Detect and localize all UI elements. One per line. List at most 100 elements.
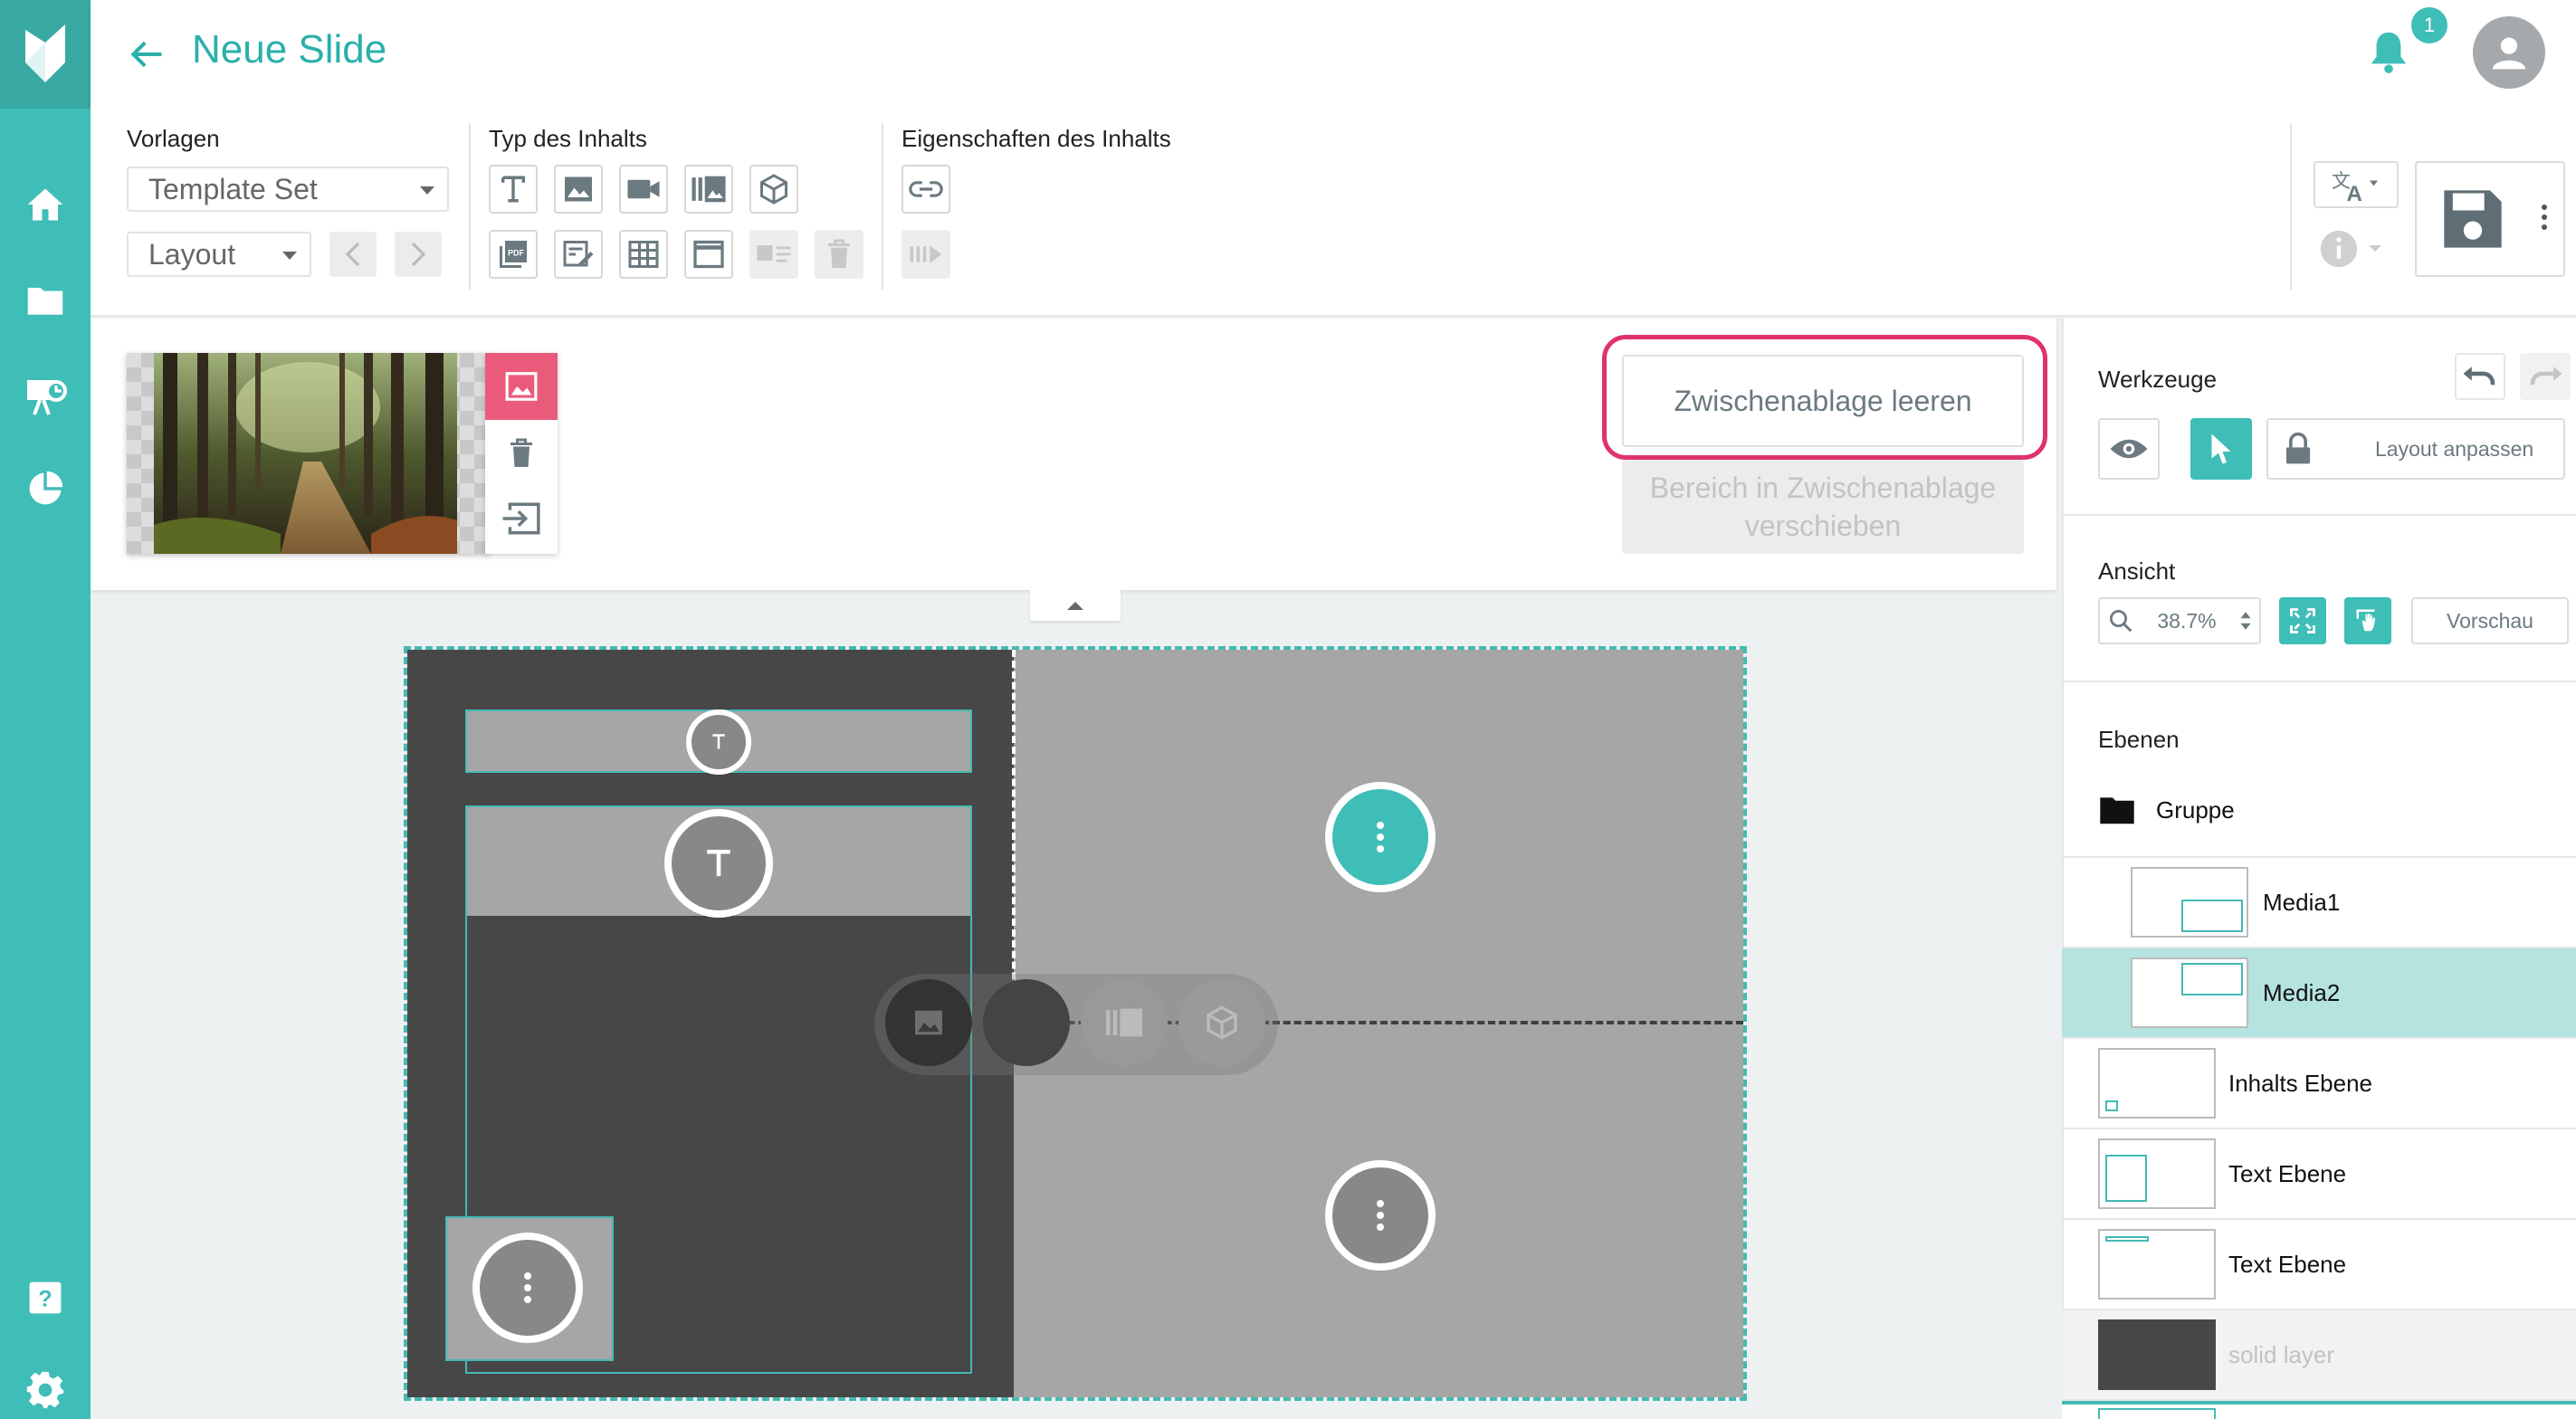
3d-cube-icon	[1207, 1005, 1237, 1040]
inhalts-layer-menu-button[interactable]	[472, 1233, 583, 1343]
pdf-type-button[interactable]: PDF	[489, 230, 538, 279]
help-icon[interactable]: ?	[18, 1271, 72, 1325]
layout-adjust-button[interactable]: Layout anpassen	[2266, 418, 2565, 480]
layer-row-solid[interactable]: solid layer	[2062, 1310, 2576, 1401]
toolbar-divider	[469, 123, 471, 290]
table-type-button[interactable]	[619, 230, 668, 279]
video-icon	[627, 179, 660, 199]
layer-row-text-1[interactable]: Text Ebene	[2062, 1129, 2576, 1220]
collapse-panel-toggle[interactable]	[1030, 590, 1121, 621]
undo-button[interactable]	[2455, 353, 2505, 400]
text-layer-button-small[interactable]	[686, 710, 751, 775]
layer-thumbnail	[2098, 1229, 2216, 1300]
select-tool-button[interactable]	[2190, 418, 2252, 480]
form-edit-icon	[563, 241, 594, 267]
text-icon	[501, 176, 526, 203]
home-icon[interactable]	[18, 177, 72, 232]
gallery-type-button[interactable]	[684, 165, 733, 214]
picker-3d-button[interactable]	[1178, 979, 1265, 1066]
card-icon	[757, 245, 791, 262]
link-property-button[interactable]	[902, 165, 950, 214]
more-vertical-icon	[1377, 822, 1384, 852]
redo-button[interactable]	[2520, 353, 2571, 400]
stepper-icon[interactable]	[2239, 609, 2252, 633]
image-type-button[interactable]	[554, 165, 603, 214]
notification-count-badge: 1	[2411, 7, 2447, 43]
translate-dropdown[interactable]: 文A	[2314, 161, 2399, 208]
3d-type-button[interactable]	[749, 165, 798, 214]
gallery-icon	[692, 176, 726, 203]
window-type-button[interactable]	[684, 230, 733, 279]
card-type-button[interactable]	[749, 230, 798, 279]
page-title: Neue Slide	[192, 27, 387, 71]
highlight-frame	[1602, 335, 2047, 460]
svg-text:?: ?	[38, 1287, 52, 1312]
visibility-toggle[interactable]	[2098, 418, 2160, 480]
media1-menu-button[interactable]	[1325, 782, 1436, 892]
tools-title: Werkzeuge	[2098, 366, 2218, 393]
text-layer-button-large[interactable]	[664, 809, 773, 918]
video-type-button[interactable]	[619, 165, 668, 214]
layer-thumbnail	[2098, 1319, 2216, 1390]
picker-image-button[interactable]	[885, 979, 972, 1066]
layer-group-row[interactable]: Gruppe	[2098, 795, 2235, 825]
lock-icon	[2285, 433, 2311, 464]
layer-thumbnail	[2131, 957, 2248, 1028]
undo-icon	[2463, 367, 2495, 386]
template-set-select[interactable]: Template Set	[127, 167, 449, 212]
layer-thumbnail	[2098, 1048, 2216, 1119]
settings-gear-icon[interactable]	[18, 1363, 72, 1417]
clipboard-insert-button[interactable]	[485, 487, 558, 550]
back-arrow-icon[interactable]	[127, 27, 181, 81]
clipboard-delete-button[interactable]	[485, 424, 558, 483]
more-options-icon[interactable]	[2542, 205, 2547, 230]
move-to-clipboard-button[interactable]: Bereich in Zwischenablage verschieben	[1622, 460, 2024, 554]
layout-value: Layout	[148, 237, 236, 271]
user-avatar[interactable]	[2473, 16, 2545, 89]
notification-bell-icon[interactable]	[2368, 24, 2419, 78]
content-type-label: Typ des Inhalts	[489, 125, 647, 152]
layer-row-media2[interactable]: Media2	[2062, 948, 2576, 1039]
presentation-icon[interactable]	[18, 369, 72, 424]
folder-icon[interactable]	[18, 273, 72, 328]
text-icon	[707, 849, 730, 877]
layer-row-text-2[interactable]: Text Ebene	[2062, 1220, 2576, 1310]
layout-adjust-label: Layout anpassen	[2375, 436, 2534, 461]
layer-row-inhalts[interactable]: Inhalts Ebene	[2062, 1039, 2576, 1129]
forest-image	[154, 353, 457, 554]
form-type-button[interactable]	[554, 230, 603, 279]
picker-gallery-button[interactable]	[1081, 979, 1168, 1066]
image-icon	[505, 372, 538, 401]
hand-cursor-icon	[2356, 609, 2376, 632]
picker-video-button[interactable]	[983, 979, 1070, 1066]
left-navigation-rail: ?	[0, 0, 91, 1419]
gallery-icon	[1105, 1008, 1143, 1037]
pan-tool-button[interactable]	[2344, 597, 2391, 644]
clipboard-image-button[interactable]	[485, 353, 558, 420]
save-floppy-icon	[2444, 190, 2502, 248]
layer-name: Text Ebene	[2228, 1251, 2347, 1278]
move-to-clipboard-label-line2: verschieben	[1744, 510, 1902, 542]
analytics-pie-icon[interactable]	[18, 462, 72, 516]
window-icon	[693, 240, 724, 269]
search-magnifier-icon	[2110, 610, 2132, 633]
layer-row-media1[interactable]: Media1	[2062, 858, 2576, 948]
prev-layout-button[interactable]	[329, 232, 377, 277]
media2-menu-button[interactable]	[1325, 1160, 1436, 1271]
template-set-value: Template Set	[148, 172, 318, 205]
sidebar-divider	[2062, 514, 2576, 516]
zoom-field[interactable]: 38.7%	[2098, 597, 2261, 644]
fit-to-screen-button[interactable]	[2279, 597, 2326, 644]
layer-name: Media1	[2263, 889, 2341, 916]
image-icon	[565, 176, 592, 202]
preview-button[interactable]: Vorschau	[2411, 597, 2569, 644]
content-toolbar	[91, 109, 2576, 317]
text-type-button[interactable]	[489, 165, 538, 214]
layout-select[interactable]: Layout	[127, 232, 311, 277]
animation-property-button[interactable]	[902, 230, 950, 279]
save-button[interactable]	[2415, 161, 2565, 277]
info-dropdown[interactable]	[2314, 223, 2399, 275]
next-layout-button[interactable]	[395, 232, 442, 277]
app-logo[interactable]	[0, 0, 91, 109]
delete-content-button[interactable]	[815, 230, 863, 279]
